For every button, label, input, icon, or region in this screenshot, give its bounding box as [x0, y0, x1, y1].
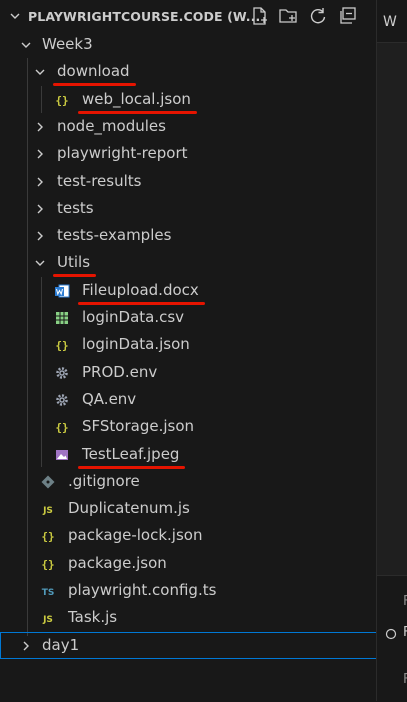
folder-label: download — [57, 62, 130, 80]
file-label: SFStorage.json — [82, 417, 195, 435]
folder-label: test-results — [57, 172, 142, 190]
file-label: playwright.config.ts — [68, 581, 217, 599]
file-row[interactable]: .gitignore — [0, 468, 377, 495]
file-row[interactable]: TS playwright.config.ts — [0, 577, 377, 604]
folder-label: day1 — [42, 636, 80, 654]
file-row[interactable]: {} package-lock.json — [0, 522, 377, 549]
folder-label: playwright-report — [57, 144, 188, 162]
chevron-right-icon[interactable] — [20, 640, 32, 652]
folder-row[interactable]: day1 — [0, 632, 377, 659]
file-row[interactable]: Fileupload.docx — [0, 277, 377, 304]
file-row[interactable]: {} SFStorage.json — [0, 413, 377, 440]
csv-file-icon — [56, 312, 68, 324]
file-label: loginData.json — [82, 335, 190, 353]
svg-text:{}: {} — [55, 421, 68, 434]
new-folder-icon[interactable] — [278, 6, 298, 26]
folder-label: tests-examples — [57, 226, 172, 244]
file-label: web_local.json — [82, 90, 191, 108]
folder-label: Utils — [57, 253, 91, 271]
file-row[interactable]: {} web_local.json — [0, 86, 377, 113]
file-label: QA.env — [82, 390, 137, 408]
file-label: .gitignore — [68, 472, 140, 490]
json-file-icon: {} — [41, 530, 54, 543]
file-row[interactable]: TestLeaf.jpeg — [0, 441, 377, 468]
panel-label: F — [403, 594, 407, 609]
new-file-icon[interactable] — [250, 6, 270, 26]
radio-icon[interactable] — [385, 628, 397, 640]
folder-row[interactable]: node_modules — [0, 113, 377, 140]
chevron-down-icon[interactable] — [20, 39, 32, 51]
folder-row[interactable]: Week3 — [0, 31, 377, 58]
svg-text:{}: {} — [41, 558, 54, 571]
editor-tab-label: W — [383, 14, 397, 30]
file-row[interactable]: QA.env — [0, 386, 377, 413]
chevron-down-icon[interactable] — [9, 10, 21, 22]
chevron-right-icon[interactable] — [34, 230, 46, 242]
word-file-icon — [55, 284, 70, 298]
file-row[interactable]: JS Task.js — [0, 604, 377, 631]
file-label: Duplicatenum.js — [68, 499, 190, 517]
svg-text:{}: {} — [55, 94, 68, 107]
git-file-icon — [41, 475, 55, 489]
json-file-icon: {} — [55, 94, 68, 107]
json-file-icon: {} — [41, 558, 54, 571]
image-file-icon — [56, 450, 68, 460]
javascript-file-icon: JS — [42, 506, 53, 516]
json-file-icon: {} — [55, 421, 68, 434]
folder-row[interactable]: tests — [0, 195, 377, 222]
panel-label: F — [403, 672, 407, 687]
refresh-icon[interactable] — [308, 6, 328, 26]
editor-area: W F F F — [377, 0, 407, 702]
svg-text:{}: {} — [41, 530, 54, 543]
file-label: Task.js — [68, 608, 118, 626]
file-label: PROD.env — [82, 363, 158, 381]
javascript-file-icon: JS — [42, 615, 53, 625]
json-file-icon: {} — [55, 339, 68, 352]
file-label: package-lock.json — [68, 526, 203, 544]
svg-text:TS: TS — [42, 588, 55, 598]
explorer-header[interactable]: PLAYWRIGHTCOURSE.CODE (W... — [0, 0, 377, 32]
file-row[interactable]: {} package.json — [0, 550, 377, 577]
svg-text:JS: JS — [42, 615, 53, 625]
folder-row[interactable]: playwright-report — [0, 140, 377, 167]
folder-row[interactable]: download — [0, 58, 377, 85]
workspace-title: PLAYWRIGHTCOURSE.CODE (W... — [28, 9, 261, 24]
folder-label: tests — [57, 199, 94, 217]
chevron-down-icon[interactable] — [34, 66, 46, 78]
file-row[interactable]: JS Duplicatenum.js — [0, 495, 377, 522]
editor-tab[interactable]: W — [377, 0, 407, 43]
folder-label: Week3 — [42, 35, 93, 53]
file-row[interactable]: loginData.csv — [0, 304, 377, 331]
folder-row[interactable]: tests-examples — [0, 222, 377, 249]
explorer-panel: PLAYWRIGHTCOURSE.CODE (W... Week3 downlo… — [0, 0, 377, 701]
chevron-right-icon[interactable] — [34, 176, 46, 188]
file-label: TestLeaf.jpeg — [82, 445, 180, 463]
chevron-right-icon[interactable] — [34, 121, 46, 133]
folder-label: node_modules — [57, 117, 166, 135]
file-label: Fileupload.docx — [82, 281, 199, 299]
svg-text:{}: {} — [55, 339, 68, 352]
file-label: loginData.csv — [82, 308, 185, 326]
panel-label: F — [403, 625, 407, 640]
svg-text:JS: JS — [42, 506, 53, 516]
gear-icon — [56, 394, 68, 406]
chevron-right-icon[interactable] — [34, 203, 46, 215]
file-label: package.json — [68, 554, 167, 572]
chevron-right-icon[interactable] — [34, 148, 46, 160]
typescript-file-icon: TS — [42, 588, 55, 598]
collapse-all-icon[interactable] — [338, 6, 358, 26]
file-row[interactable]: {} loginData.json — [0, 331, 377, 358]
chevron-down-icon[interactable] — [34, 257, 46, 269]
file-row[interactable]: PROD.env — [0, 359, 377, 386]
folder-row[interactable]: test-results — [0, 168, 377, 195]
gear-icon — [56, 367, 68, 379]
folder-row[interactable]: Utils — [0, 249, 377, 276]
bottom-panel: F F F — [377, 575, 407, 702]
